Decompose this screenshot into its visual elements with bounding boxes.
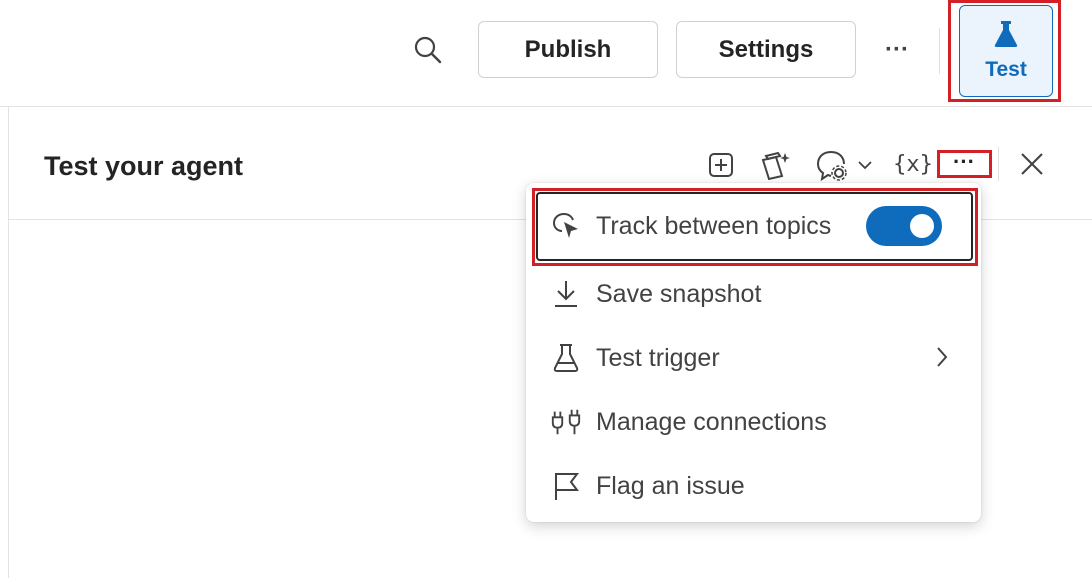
flask-icon	[993, 20, 1019, 54]
variables-button[interactable]: {x}	[891, 147, 935, 181]
settings-button[interactable]: Settings	[676, 21, 856, 78]
publish-button[interactable]: Publish	[478, 21, 658, 78]
more-options-button[interactable]: ···	[876, 30, 918, 70]
flask-outline-icon	[550, 342, 582, 374]
add-square-icon[interactable]	[705, 149, 737, 181]
menu-item-label: Flag an issue	[596, 471, 745, 500]
test-button-label: Test	[985, 58, 1027, 81]
menu-item-label: Test trigger	[596, 343, 720, 372]
chevron-down-icon[interactable]	[855, 155, 875, 175]
flag-icon	[550, 470, 582, 502]
copilot-sparkle-icon[interactable]	[757, 147, 793, 183]
menu-item-save-snapshot[interactable]: Save snapshot	[526, 263, 981, 325]
toggle-knob	[910, 214, 934, 238]
menu-item-manage-connections[interactable]: Manage connections	[526, 391, 981, 453]
menu-item-label: Manage connections	[596, 407, 827, 436]
more-button-highlight	[937, 150, 992, 178]
download-icon	[550, 278, 582, 310]
menu-item-test-trigger[interactable]: Test trigger	[526, 327, 981, 389]
variables-label: {x}	[893, 151, 933, 177]
chat-settings-icon[interactable]	[813, 147, 849, 183]
top-bar: Publish Settings ···	[0, 0, 1092, 107]
chevron-right-icon	[934, 345, 950, 374]
close-icon[interactable]	[1015, 147, 1049, 181]
header-divider	[998, 147, 999, 181]
panel-title: Test your agent	[44, 151, 244, 181]
menu-item-label: Save snapshot	[596, 279, 762, 308]
menu-item-flag-an-issue[interactable]: Flag an issue	[526, 455, 981, 517]
more-label: ···	[885, 36, 909, 63]
track-between-topics-toggle[interactable]	[866, 206, 942, 246]
plug-connect-icon	[550, 406, 582, 438]
toolbar-divider	[939, 28, 940, 74]
test-button[interactable]: Test	[959, 5, 1053, 97]
search-icon[interactable]	[410, 32, 446, 68]
